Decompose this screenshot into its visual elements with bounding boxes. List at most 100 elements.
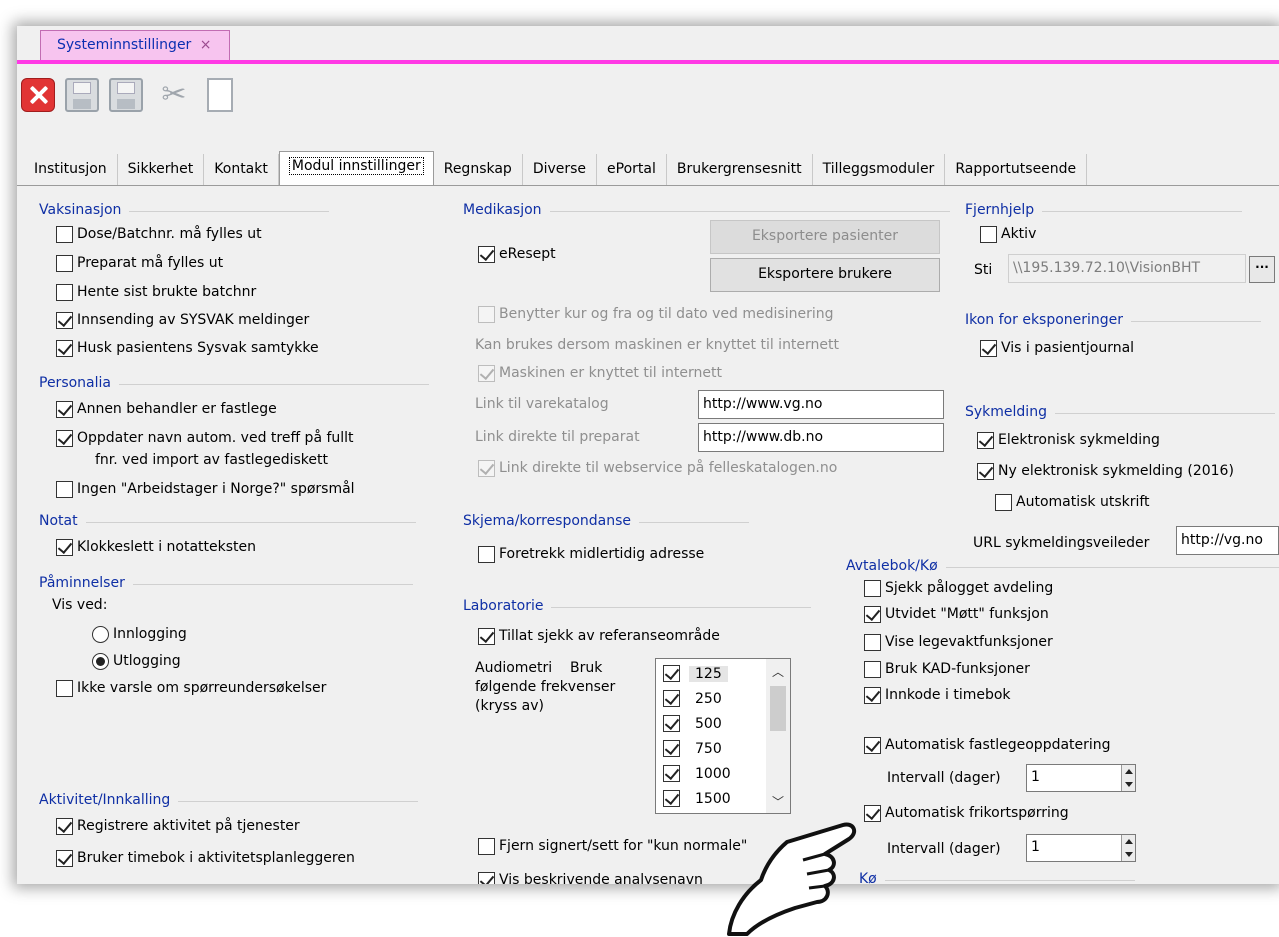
label-bruk-kad: Bruk KAD-funksjoner — [885, 661, 1030, 677]
label-preparat: Preparat må fylles ut — [77, 255, 224, 271]
new-document-icon[interactable] — [207, 78, 233, 112]
input-url-sykmeldingsveileder[interactable]: http://vg.no — [1176, 526, 1279, 555]
tab-sikkerhet[interactable]: Sikkerhet — [117, 154, 205, 185]
tab-brukergrensesnitt[interactable]: Brukergrensesnitt — [666, 154, 813, 185]
radio-innlogging[interactable] — [92, 626, 109, 643]
checkbox-ny-elektronisk[interactable] — [977, 463, 994, 480]
checkbox-eresept[interactable] — [478, 246, 495, 263]
label-sysvak-samtykke: Husk pasientens Sysvak samtykke — [77, 340, 319, 356]
group-title-notat: Notat — [39, 513, 412, 529]
label-vis-ved: Vis ved: — [52, 597, 108, 613]
spinner-intervall-1[interactable]: 1 — [1026, 764, 1136, 792]
input-sti[interactable]: \\195.139.72.10\VisionBHT — [1008, 254, 1246, 283]
tab-kontakt[interactable]: Kontakt — [204, 154, 279, 185]
checkbox-fjern-signert[interactable] — [478, 838, 495, 855]
checkbox-sysvak-samtykke[interactable] — [56, 340, 73, 357]
tab-institusjon[interactable]: Institusjon — [24, 154, 118, 185]
chevron-down-icon[interactable]: ﹀ — [766, 793, 790, 811]
label-ingen-arbeidstager: Ingen "Arbeidstager i Norge?" spørsmål — [77, 481, 355, 497]
spin-arrows-icon[interactable] — [1121, 835, 1135, 861]
checkbox-sysvak-meldinger[interactable] — [56, 312, 73, 329]
checkbox-frekvens-125[interactable] — [663, 665, 680, 682]
input-link-varekatalog[interactable]: http://www.vg.no — [698, 390, 944, 419]
export-pasienter-button[interactable]: Eksportere pasienter — [710, 220, 940, 254]
checkbox-dose-batchnr[interactable] — [56, 226, 73, 243]
checkbox-vis-beskrivende[interactable] — [478, 872, 495, 884]
checkbox-webservice[interactable] — [478, 460, 495, 477]
checkbox-ingen-arbeidstager[interactable] — [56, 481, 73, 498]
checkbox-oppdater-navn[interactable] — [56, 430, 73, 447]
checkbox-bruker-timebok[interactable] — [56, 850, 73, 867]
checkbox-fastlegeoppdatering[interactable] — [864, 737, 881, 754]
label-audiometri-2: følgende frekvenser — [475, 679, 616, 695]
checkbox-automatisk-utskrift[interactable] — [995, 494, 1012, 511]
checkbox-frekvens-1500[interactable] — [663, 790, 680, 807]
tab-strip: Institusjon Sikkerhet Kontakt Modul inns… — [24, 151, 1088, 185]
label-link-varekatalog: Link til varekatalog — [475, 396, 609, 412]
window-tab-systeminnstillinger[interactable]: Systeminnstillinger × — [40, 30, 230, 60]
checkbox-bruk-kad[interactable] — [864, 661, 881, 678]
label-utvidet-mott: Utvidet "Møtt" funksjon — [885, 606, 1049, 622]
checkbox-frikortsporring[interactable] — [864, 805, 881, 822]
input-link-preparat[interactable]: http://www.db.no — [698, 423, 944, 452]
spinner-intervall-1-value: 1 — [1031, 769, 1040, 785]
checkbox-vis-pasientjournal[interactable] — [980, 340, 997, 357]
checkbox-foretrekk-adresse[interactable] — [478, 546, 495, 563]
export-brukere-button[interactable]: Eksportere brukere — [710, 258, 940, 292]
label-fastlegeoppdatering: Automatisk fastlegeoppdatering — [885, 737, 1111, 753]
group-title-vaksinasjon: Vaksinasjon — [39, 202, 331, 218]
checkbox-utvidet-mott[interactable] — [864, 606, 881, 623]
label-internett: Maskinen er knyttet til internett — [499, 365, 722, 381]
label-registrere-aktivitet: Registrere aktivitet på tjenester — [77, 818, 300, 834]
checkbox-ikke-varsle[interactable] — [56, 680, 73, 697]
save-icon[interactable] — [65, 78, 99, 112]
close-icon[interactable] — [21, 78, 55, 112]
browse-button[interactable]: ... — [1249, 256, 1275, 283]
checkbox-frekvens-250[interactable] — [663, 690, 680, 707]
label-frekvens-250: 250 — [695, 691, 722, 707]
checkbox-annen-behandler[interactable] — [56, 401, 73, 418]
spinner-intervall-2[interactable]: 1 — [1026, 834, 1136, 862]
spin-arrows-icon[interactable] — [1121, 765, 1135, 791]
label-audiometri-3: (kryss av) — [475, 698, 544, 714]
chevron-up-icon[interactable]: ︿ — [766, 663, 790, 681]
scissors-icon[interactable]: ✂ — [157, 78, 191, 112]
tab-tilleggsmoduler[interactable]: Tilleggsmoduler — [812, 154, 946, 185]
checkbox-registrere-aktivitet[interactable] — [56, 818, 73, 835]
label-vis-beskrivende: Vis beskrivende analysenavn — [499, 872, 703, 884]
checkbox-frekvens-500[interactable] — [663, 715, 680, 732]
checkbox-aktiv[interactable] — [980, 226, 997, 243]
checkbox-klokkeslett[interactable] — [56, 539, 73, 556]
checkbox-preparat[interactable] — [56, 255, 73, 272]
checkbox-innkode-timebok[interactable] — [864, 687, 881, 704]
label-hente-batchnr: Hente sist brukte batchnr — [77, 284, 257, 300]
label-ny-elektronisk: Ny elektronisk sykmelding (2016) — [998, 463, 1234, 479]
tab-regnskap[interactable]: Regnskap — [433, 154, 523, 185]
checkbox-sjekk-palogget[interactable] — [864, 580, 881, 597]
tab-rapportutseende[interactable]: Rapportutseende — [945, 154, 1088, 185]
spinner-intervall-2-value: 1 — [1031, 839, 1040, 855]
listbox-scrollbar[interactable]: ︿ ﹀ — [766, 659, 790, 813]
tab-modul-innstillinger-label: Modul innstillinger — [288, 157, 424, 175]
checkbox-hente-batchnr[interactable] — [56, 284, 73, 301]
tab-modul-innstillinger[interactable]: Modul innstillinger — [278, 151, 434, 185]
label-vise-legevakt: Vise legevaktfunksjoner — [885, 634, 1053, 650]
checkbox-internett[interactable] — [478, 365, 495, 382]
checkbox-tillat-sjekk[interactable] — [478, 628, 495, 645]
group-title-paminnelser: Påminnelser — [39, 575, 413, 591]
scroll-thumb[interactable] — [770, 686, 786, 731]
save-close-icon[interactable] — [109, 78, 143, 112]
checkbox-vise-legevakt[interactable] — [864, 634, 881, 651]
radio-utlogging[interactable] — [92, 653, 109, 670]
label-elektronisk-sykmelding: Elektronisk sykmelding — [998, 432, 1160, 448]
frekvens-listbox[interactable]: 125 250 500 750 1000 1500 ︿ ﹀ — [655, 658, 791, 814]
window-tab-title: Systeminnstillinger — [57, 37, 192, 53]
label-dose-batchnr: Dose/Batchnr. må fylles ut — [77, 226, 262, 242]
checkbox-kur[interactable] — [478, 306, 495, 323]
checkbox-frekvens-750[interactable] — [663, 740, 680, 757]
tab-eportal[interactable]: ePortal — [597, 154, 667, 185]
checkbox-frekvens-1000[interactable] — [663, 765, 680, 782]
tab-close-icon[interactable]: × — [200, 37, 212, 53]
tab-diverse[interactable]: Diverse — [522, 154, 598, 185]
checkbox-elektronisk-sykmelding[interactable] — [977, 432, 994, 449]
